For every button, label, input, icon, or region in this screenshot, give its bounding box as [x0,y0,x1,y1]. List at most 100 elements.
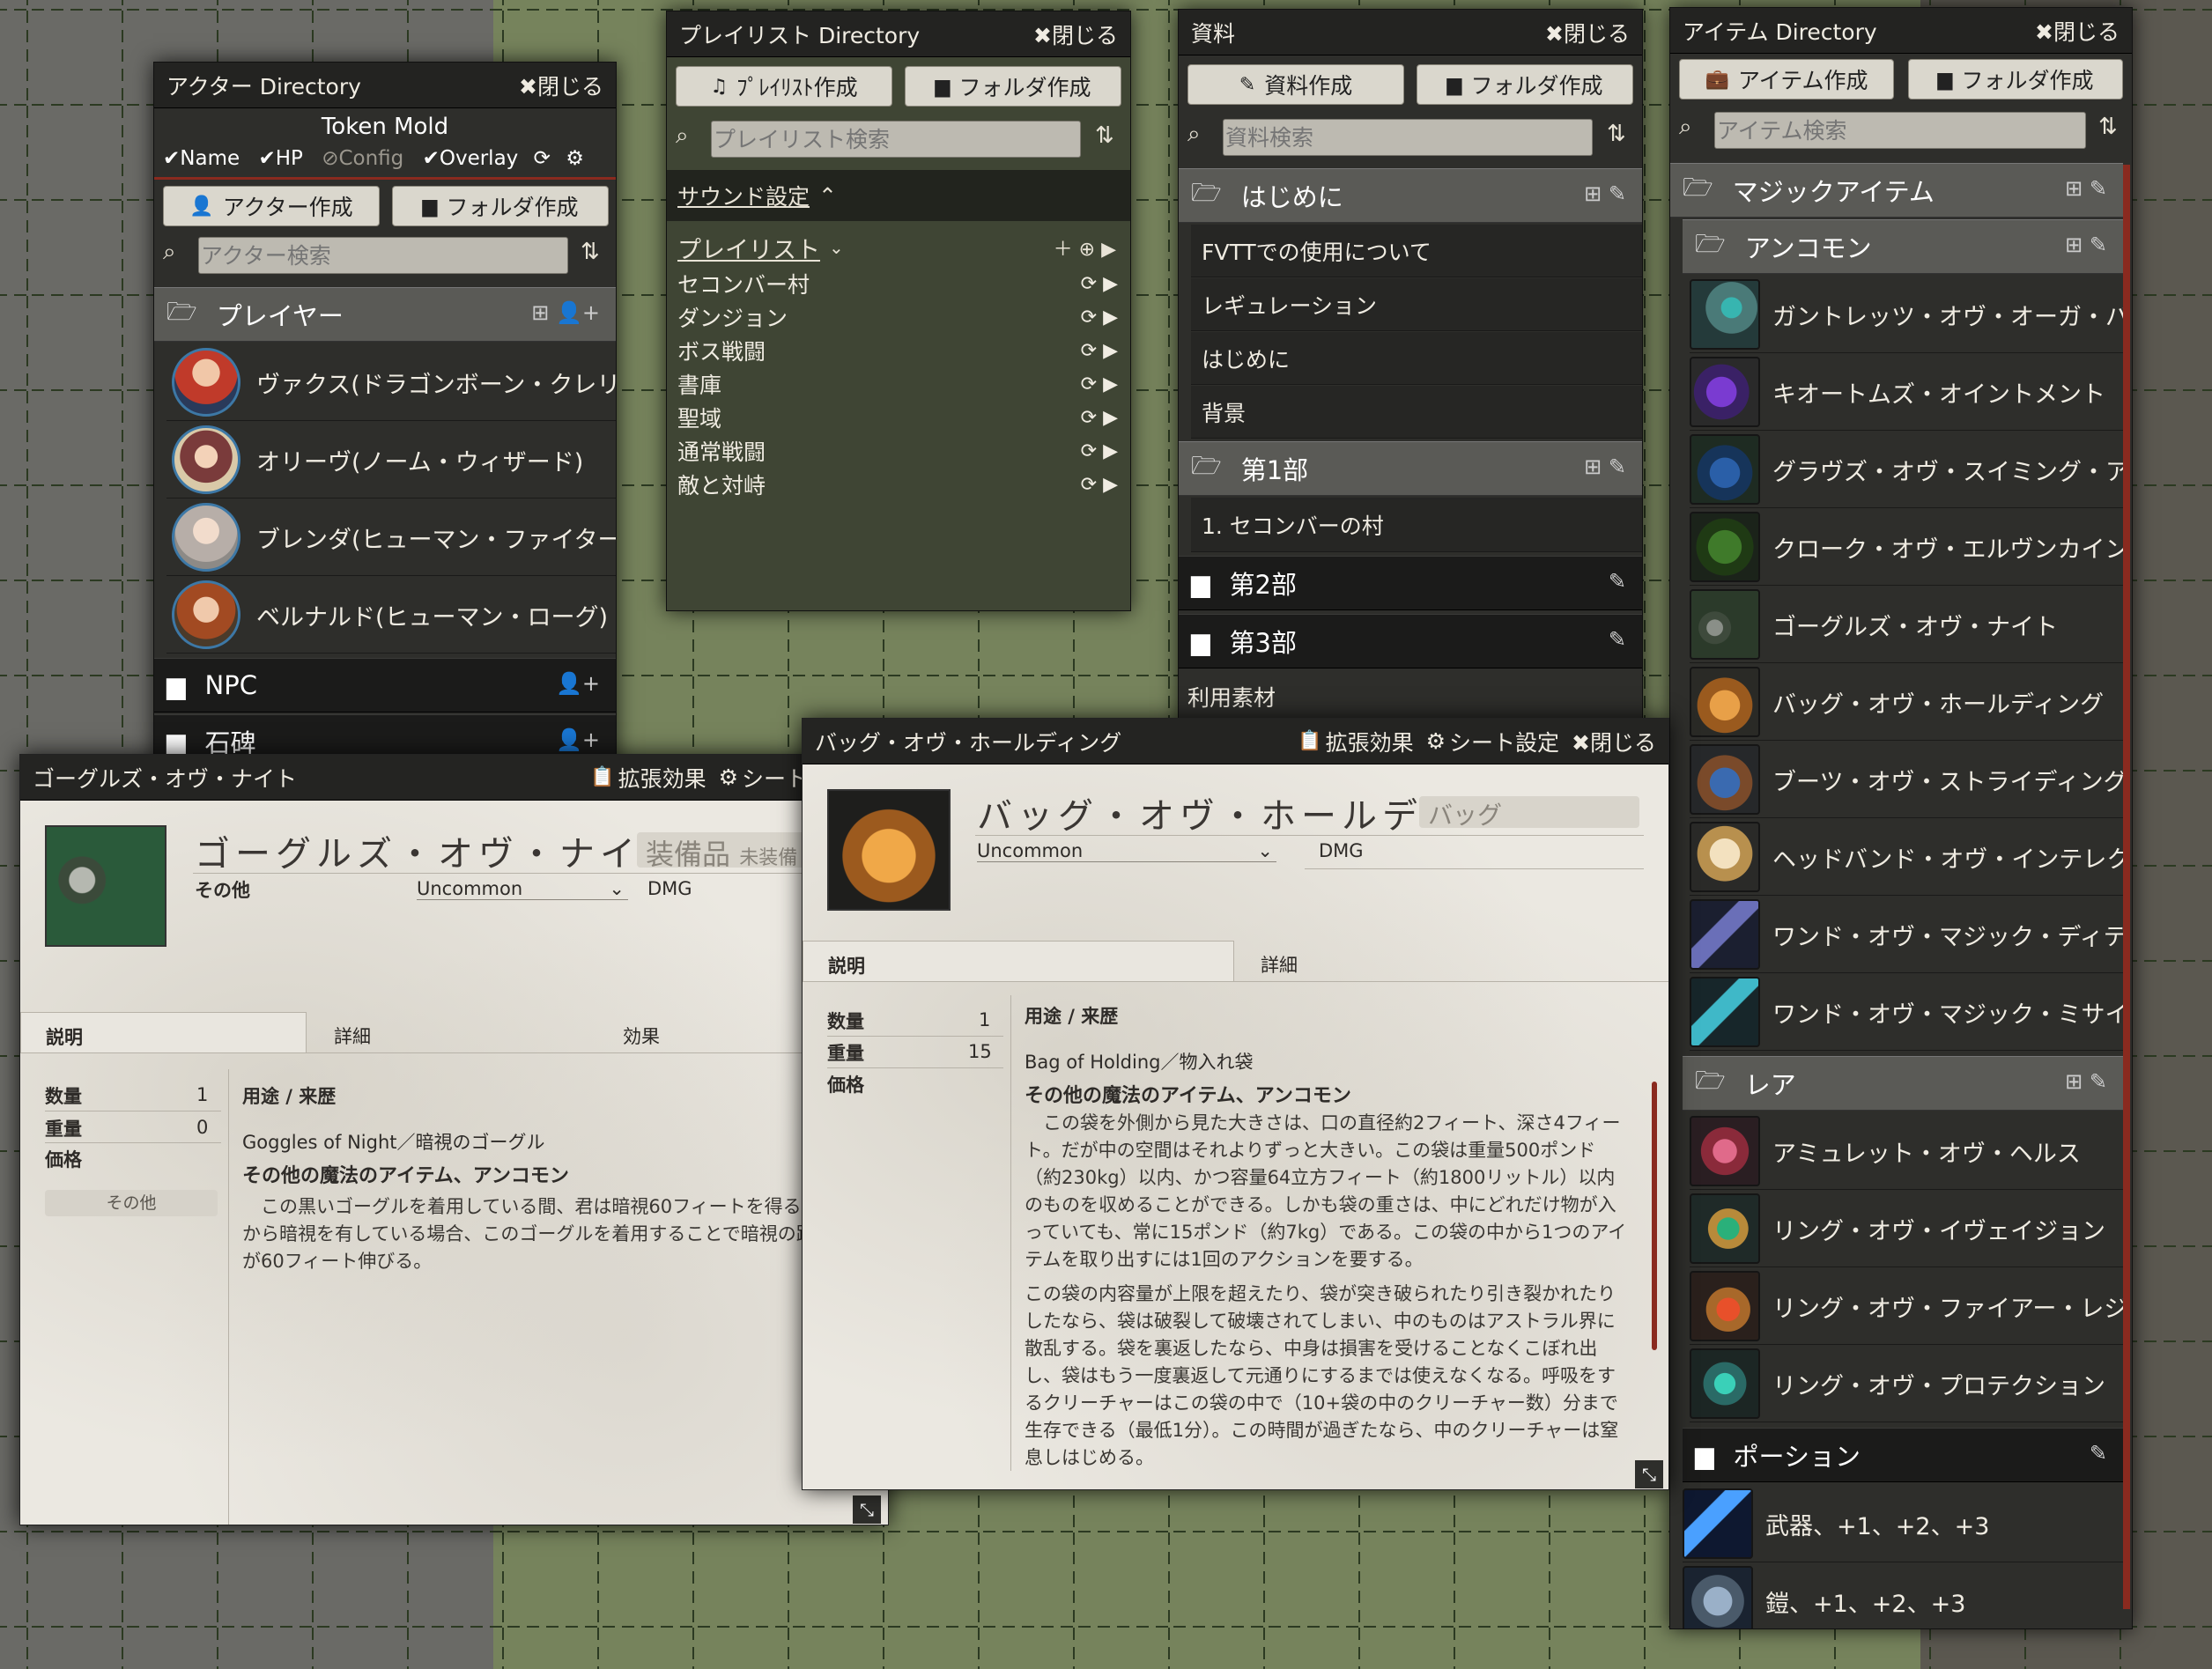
feather-icon[interactable]: ✎ [2090,1441,2107,1466]
tab-description[interactable]: 説明 [803,941,1234,981]
item-entry[interactable]: アミュレット・オヴ・ヘルス [1690,1113,2123,1190]
item-search-input[interactable] [1714,112,2086,149]
item-entry[interactable]: グラヴズ・オヴ・スイミング・アン [1690,432,2123,508]
repeat-play-icon[interactable]: ⟳ ▶ [1081,273,1118,295]
description-scroll[interactable]: この袋を外側から見た大きさは、口の直径約2フィート、深さ4フィート。だが中の空間… [1025,1110,1632,1466]
journal-search-input[interactable] [1223,119,1593,156]
journal-entry[interactable]: 背景 [1191,386,1642,439]
journal-entry[interactable]: FVTTでの使用について [1191,225,1642,277]
actor-search-input[interactable] [198,237,568,274]
rarity-select[interactable]: Uncommon ⌄ [977,840,1276,862]
tab-details[interactable]: 詳細 [1261,951,1298,978]
scrollbar[interactable] [1652,1082,1657,1350]
playlist-item[interactable]: ボス戦闘 ⟳ ▶ [677,334,1118,367]
journal-entry[interactable]: 利用素材 [1179,672,1642,721]
bag-sheet-header[interactable]: バッグ・オヴ・ホールディング 📋 拡張効果 ⚙ シート設定 ✖閉じる [803,719,1668,764]
journal-entry[interactable]: 1. セコンバーの村 [1191,498,1642,552]
journal-entry[interactable]: はじめに [1191,332,1642,385]
repeat-play-icon[interactable]: ⟳ ▶ [1081,407,1118,429]
folder-uncommon[interactable]: 🗁 アンコモン ⊞ ✎ [1683,219,2123,274]
item-entry[interactable]: ブーツ・オヴ・ストライディング・ [1690,742,2123,818]
add-entry-icon[interactable]: ⊞ ✎ [1584,454,1626,479]
item-image[interactable] [827,789,951,911]
item-name[interactable]: バッグ・オヴ・ホールデ [977,787,1423,838]
sound-settings-bar[interactable]: サウンド設定 ⌃ [667,170,1130,221]
create-folder-button[interactable]: ▆ フォルダ作成 [1908,59,2123,100]
sort-icon[interactable]: ⇅ [2098,114,2118,140]
add-actor-icon[interactable]: ⊞ 👤+ [531,300,600,325]
journal-entry[interactable]: レギュレーション [1191,278,1642,331]
effects-button[interactable]: 拡張効果 [1326,726,1414,757]
item-entry[interactable]: リング・オヴ・プロテクション [1690,1346,2123,1422]
repeat-play-icon[interactable]: ⟳ ▶ [1081,306,1118,329]
add-item-icon[interactable]: ⊞ ✎ [2065,1069,2107,1094]
refresh-icon[interactable]: ⟳ [534,147,551,170]
rarity-select[interactable]: Uncommon ⌄ [417,878,628,900]
folder-intro[interactable]: 🗁 はじめに ⊞ ✎ [1179,168,1642,223]
add-item-icon[interactable]: ⊞ ✎ [2065,176,2107,201]
quantity-value[interactable]: 1 [979,1009,990,1030]
item-entry[interactable]: クローク・オヴ・エルヴンカインド [1690,509,2123,586]
create-folder-button[interactable]: ▆ フォルダ作成 [1417,64,1633,105]
folder-magic-items[interactable]: 🗁 マジックアイテム ⊞ ✎ [1670,163,2123,218]
toggle-hp[interactable]: ✔HP [258,147,302,170]
create-actor-button[interactable]: 👤 アクター作成 [163,186,380,226]
create-folder-button[interactable]: ▆ フォルダ作成 [905,66,1121,107]
add-actor-icon[interactable]: 👤+ [556,727,600,752]
quantity-value[interactable]: 1 [196,1084,208,1105]
tab-description[interactable]: 説明 [20,1012,307,1052]
create-item-button[interactable]: 💼 アイテム作成 [1679,59,1894,100]
close-button[interactable]: ✖閉じる [1572,726,1656,757]
item-entry[interactable]: バッグ・オヴ・ホールディング [1690,664,2123,741]
playlist-item[interactable]: 聖域 ⟳ ▶ [677,401,1118,434]
feather-icon[interactable]: ✎ [1609,569,1626,594]
actor-entry[interactable]: オリーヴ(ノーム・ウィザード) [166,422,616,498]
item-entry[interactable]: 鎧、+1、+2、+3 [1683,1563,2123,1628]
actor-directory-header[interactable]: アクター Directory ✖閉じる [154,63,616,108]
repeat-play-icon[interactable]: ⟳ ▶ [1081,474,1118,496]
folder-part1[interactable]: 🗁 第1部 ⊞ ✎ [1179,441,1642,496]
item-directory-header[interactable]: アイテム Directory ✖閉じる [1670,8,2132,54]
playlist-item[interactable]: 書庫 ⟳ ▶ [677,367,1118,401]
item-entry[interactable]: ガントレッツ・オヴ・オーガ・パワ [1690,277,2123,353]
folder-part3[interactable]: ▆ 第3部 ✎ [1179,614,1642,668]
scrollbar[interactable] [2123,165,2130,1609]
item-entry[interactable]: ヘッドバンド・オヴ・インテレクト [1690,819,2123,896]
weight-value[interactable]: 0 [196,1117,208,1138]
folder-rare[interactable]: 🗁 レア ⊞ ✎ [1683,1056,2123,1111]
toggle-name[interactable]: ✔Name [163,147,240,170]
playlist-controls[interactable]: ＋ ⊕ ▶ [1054,233,1116,262]
playlist-item[interactable]: 敵と対峙 ⟳ ▶ [677,468,1118,501]
playlist-item[interactable]: 通常戦闘 ⟳ ▶ [677,434,1118,468]
item-image[interactable] [45,825,166,947]
source-field[interactable]: DMG [647,878,692,899]
add-item-icon[interactable]: ⊞ ✎ [2065,233,2107,257]
repeat-play-icon[interactable]: ⟳ ▶ [1081,440,1118,462]
item-entry[interactable]: ゴーグルズ・オヴ・ナイト [1690,587,2123,663]
toggle-overlay[interactable]: ✔Overlay [423,147,519,170]
tab-details[interactable]: 詳細 [334,1023,371,1049]
actor-entry[interactable]: ベルナルド(ヒューマン・ローグ) [166,577,616,654]
actor-entry[interactable]: ブレンダ(ヒューマン・ファイター) [166,499,616,576]
tab-effects[interactable]: 効果 [623,1023,660,1049]
close-button[interactable]: ✖閉じる [1033,18,1118,50]
playlist-item[interactable]: ダンジョン ⟳ ▶ [677,300,1118,334]
create-entry-button[interactable]: ✎ 資料作成 [1187,64,1404,105]
resize-handle[interactable]: ⤡ [853,1495,881,1524]
repeat-play-icon[interactable]: ⟳ ▶ [1081,373,1118,395]
resize-handle[interactable]: ⤡ [1635,1460,1663,1488]
item-entry[interactable]: リング・オヴ・イヴェイジョン [1690,1191,2123,1267]
sort-icon[interactable]: ⇅ [581,239,600,265]
create-folder-button[interactable]: ▆ フォルダ作成 [392,186,609,226]
folder-players[interactable]: 🗁 プレイヤー ⊞ 👤+ [154,287,616,342]
playlist-search-input[interactable] [711,121,1081,158]
item-entry[interactable]: ワンド・オヴ・マジック・ディテク [1690,897,2123,973]
playlist-header[interactable]: プレイリスト ⌄ ＋ ⊕ ▶ [677,232,1116,264]
effects-button[interactable]: 拡張効果 [618,762,707,794]
playlist-directory-header[interactable]: プレイリスト Directory ✖閉じる [667,11,1130,57]
playlist-item[interactable]: セコンバー村 ⟳ ▶ [677,267,1118,300]
item-entry[interactable]: キオートムズ・オイントメント [1690,354,2123,431]
folder-part2[interactable]: ▆ 第2部 ✎ [1179,556,1642,610]
feather-icon[interactable]: ✎ [1609,627,1626,652]
journal-directory-header[interactable]: 資料 ✖閉じる [1179,10,1642,55]
